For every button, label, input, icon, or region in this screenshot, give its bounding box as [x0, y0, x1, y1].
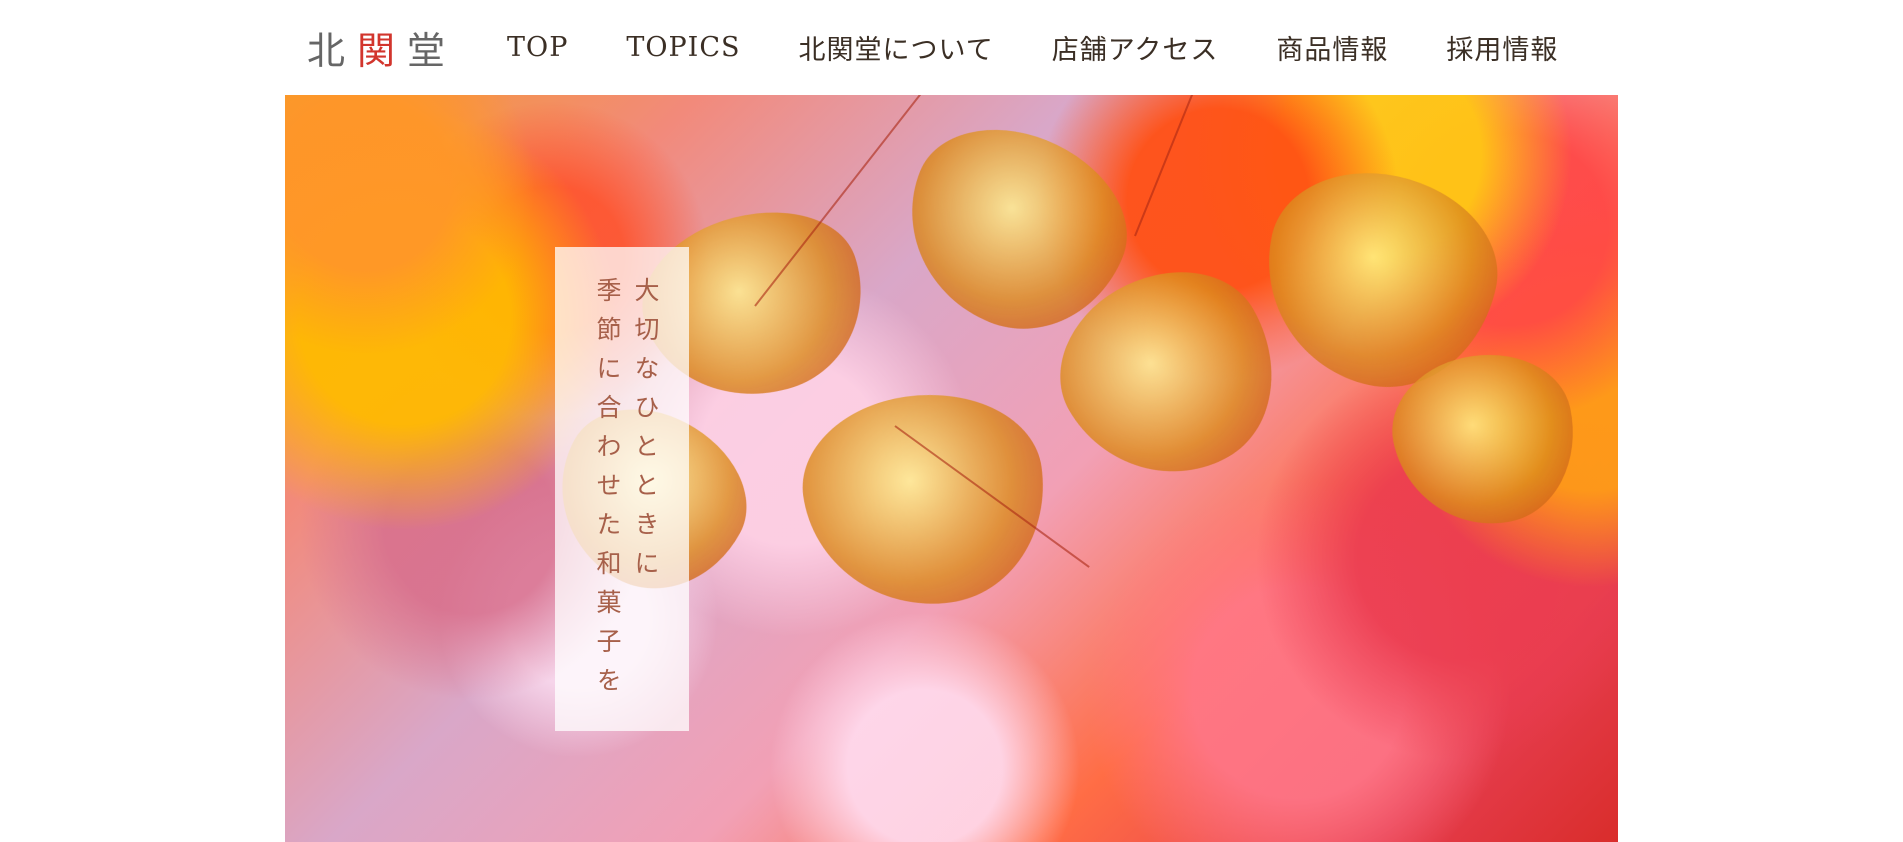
nav-store-access[interactable]: 店舗アクセス	[1052, 28, 1219, 67]
nav-top[interactable]: TOP	[507, 32, 568, 63]
nav-topics[interactable]: TOPICS	[626, 32, 740, 63]
logo-part-2: 関	[357, 29, 398, 73]
nav-about[interactable]: 北関堂について	[799, 28, 994, 67]
logo-part-1: 北	[307, 29, 348, 73]
tagline-panel: 大切なひとときに 季節に合わせた和菓子を	[555, 247, 689, 731]
maple-leaf	[791, 379, 1059, 621]
hero-banner: 大切なひとときに 季節に合わせた和菓子を	[285, 95, 1618, 842]
nav-products[interactable]: 商品情報	[1276, 28, 1388, 67]
site-logo[interactable]: 北 関 堂	[307, 20, 447, 75]
branch-line	[1134, 95, 1219, 237]
main-navigation: TOP TOPICS 北関堂について 店舗アクセス 商品情報 採用情報	[507, 28, 1558, 67]
tagline-line-1: 大切なひとときに	[631, 277, 660, 589]
logo-part-3: 堂	[407, 29, 448, 73]
tagline-line-2: 季節に合わせた和菓子を	[593, 277, 622, 706]
site-header: 北 関 堂 TOP TOPICS 北関堂について 店舗アクセス 商品情報 採用情…	[285, 0, 1618, 95]
nav-careers[interactable]: 採用情報	[1446, 28, 1558, 67]
